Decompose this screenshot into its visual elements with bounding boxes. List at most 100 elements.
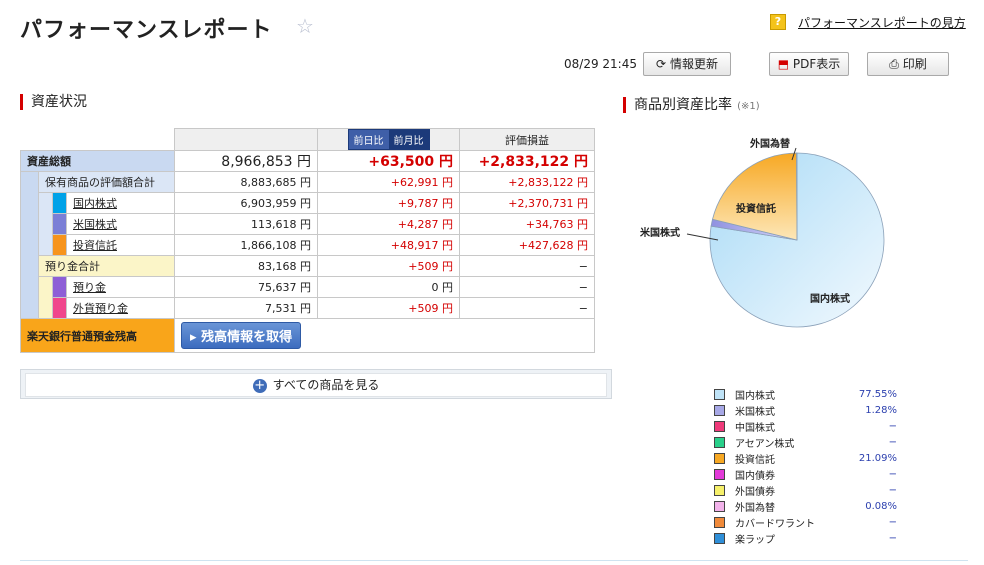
pie-label-fund: 投資信託: [736, 202, 776, 215]
legend-swatch: [714, 436, 725, 448]
pie-label-us: 米国株式: [640, 226, 680, 239]
table-row: 預り金 75,637 円 0 円 −: [21, 276, 595, 319]
asset-link-domestic-stock[interactable]: 国内株式: [66, 192, 175, 214]
deposit-link-cash[interactable]: 預り金: [66, 276, 175, 298]
deposits-label: 預り金合計: [38, 255, 175, 277]
table-row: 投資信託 1,866,108 円 +48,917 円 +427,628 円: [21, 234, 595, 256]
legend-label: 米国株式: [735, 406, 775, 418]
deposits-row: 預り金合計 83,168 円 +509 円 −: [21, 255, 595, 277]
asset-link-fund[interactable]: 投資信託: [66, 234, 175, 256]
legend-item: カバードワラント −: [714, 514, 897, 530]
print-icon: ⎙: [889, 57, 899, 71]
divider: [20, 560, 968, 561]
legend-percent: 21.09%: [858, 452, 897, 464]
page-title: パフォーマンスレポート: [20, 18, 273, 43]
legend-item: 外国為替 0.08%: [714, 498, 897, 514]
pdf-button[interactable]: ⬒ PDF表示: [769, 52, 849, 76]
plus-circle-icon: +: [252, 377, 267, 393]
color-swatch: [52, 297, 67, 319]
total-value: 8,966,853 円: [174, 150, 318, 172]
legend-percent: −: [888, 516, 897, 528]
bank-row: 楽天銀行普通預金残高 ▸ 残高情報を取得: [20, 318, 595, 353]
legend-percent: −: [888, 420, 897, 432]
legend-percent: −: [888, 484, 897, 496]
total-label: 資産総額: [20, 150, 175, 172]
pdf-icon: ⬒: [777, 57, 790, 71]
bank-label: 楽天銀行普通預金残高: [20, 318, 175, 353]
legend-item: 国内株式 77.55%: [714, 386, 897, 402]
legend-item: 国内債券 −: [714, 466, 897, 482]
holdings-change: +62,991 円: [317, 171, 460, 193]
legend-item: 楽ラップ −: [714, 530, 897, 546]
total-row: 資産総額 8,966,853 円 +63,500 円 +2,833,122 円: [20, 150, 595, 172]
legend-swatch: [714, 404, 725, 416]
table-header-row: 前日比 前月比 評価損益: [20, 128, 595, 151]
ratio-section-header: 商品別資産比率 (※1): [623, 94, 760, 113]
update-timestamp: 08/29 21:45: [564, 57, 637, 71]
legend-percent: −: [888, 436, 897, 448]
color-swatch: [52, 276, 67, 298]
table-row: 外貨預り金 7,531 円 +509 円 −: [21, 297, 595, 319]
pie-label-jp: 国内株式: [810, 292, 850, 305]
holdings-row: 保有商品の評価額合計 8,883,685 円 +62,991 円 +2,833,…: [20, 171, 595, 319]
legend-label: 国内債券: [735, 470, 775, 482]
legend-percent: −: [888, 532, 897, 544]
holdings-pl: +2,833,122 円: [459, 171, 595, 193]
legend-swatch: [714, 484, 725, 496]
legend-percent: 77.55%: [858, 388, 897, 400]
deposit-link-fx[interactable]: 外貨預り金: [66, 297, 175, 319]
refresh-icon: ⟳: [656, 57, 667, 71]
tab-month-compare[interactable]: 前月比: [388, 130, 429, 149]
legend-swatch: [714, 452, 725, 464]
legend-label: カバードワラント: [735, 518, 815, 530]
color-swatch: [52, 213, 67, 235]
legend-label: 投資信託: [735, 454, 775, 466]
color-swatch: [52, 234, 67, 256]
legend-item: 米国株式 1.28%: [714, 402, 897, 418]
assets-section-title: 資産状況: [20, 94, 87, 110]
legend-swatch: [714, 388, 725, 400]
legend-label: アセアン株式: [735, 438, 795, 450]
legend-swatch: [714, 516, 725, 528]
legend-label: 外国為替: [735, 502, 775, 514]
legend-percent: 1.28%: [865, 404, 897, 416]
help-link[interactable]: パフォーマンスレポートの見方: [798, 14, 966, 31]
ratio-note: (※1): [737, 101, 760, 112]
ratio-section-title: 商品別資産比率: [623, 97, 732, 113]
print-button[interactable]: ⎙ 印刷: [867, 52, 949, 76]
total-change: +63,500 円: [317, 150, 460, 172]
show-all-products-button[interactable]: + すべての商品を見る: [25, 373, 607, 397]
legend-swatch: [714, 468, 725, 480]
legend-item: 外国債券 −: [714, 482, 897, 498]
pie-legend: 国内株式 77.55% 米国株式 1.28% 中国株式 − アセアン株式 − 投資信託 21.09…: [714, 386, 897, 546]
legend-item: アセアン株式 −: [714, 434, 897, 450]
table-row: 米国株式 113,618 円 +4,287 円 +34,763 円: [21, 213, 595, 235]
legend-label: 国内株式: [735, 390, 775, 402]
holdings-label: 保有商品の評価額合計: [38, 171, 175, 193]
legend-item: 投資信託 21.09%: [714, 450, 897, 466]
legend-item: 中国株式 −: [714, 418, 897, 434]
compare-toggle[interactable]: 前日比 前月比: [347, 129, 430, 150]
holdings-value: 8,883,685 円: [174, 171, 318, 193]
asset-pie-chart: 外国為替 投資信託 米国株式 国内株式: [640, 137, 885, 328]
favorite-star-icon[interactable]: ☆: [296, 14, 314, 38]
pie-label-fx: 外国為替: [749, 137, 791, 150]
color-swatch: [52, 192, 67, 214]
refresh-button[interactable]: ⟳ 情報更新: [643, 52, 731, 76]
legend-percent: 0.08%: [865, 500, 897, 512]
get-balance-button[interactable]: ▸ 残高情報を取得: [181, 322, 302, 349]
help-icon[interactable]: ?: [770, 14, 786, 30]
assets-table: 前日比 前月比 評価損益 資産総額 8,966,853 円 +63,500 円 …: [20, 128, 595, 353]
tab-day-compare[interactable]: 前日比: [348, 130, 389, 149]
legend-label: 外国債券: [735, 486, 775, 498]
show-all-products-bar: + すべての商品を見る: [20, 369, 612, 399]
legend-label: 楽ラップ: [735, 534, 775, 546]
legend-label: 中国株式: [735, 422, 775, 434]
legend-swatch: [714, 420, 725, 432]
legend-swatch: [714, 500, 725, 512]
table-row: 国内株式 6,903,959 円 +9,787 円 +2,370,731 円: [21, 192, 595, 256]
legend-swatch: [714, 532, 725, 544]
total-pl: +2,833,122 円: [459, 150, 595, 172]
asset-link-us-stock[interactable]: 米国株式: [66, 213, 175, 235]
pl-column-header: 評価損益: [459, 128, 595, 151]
